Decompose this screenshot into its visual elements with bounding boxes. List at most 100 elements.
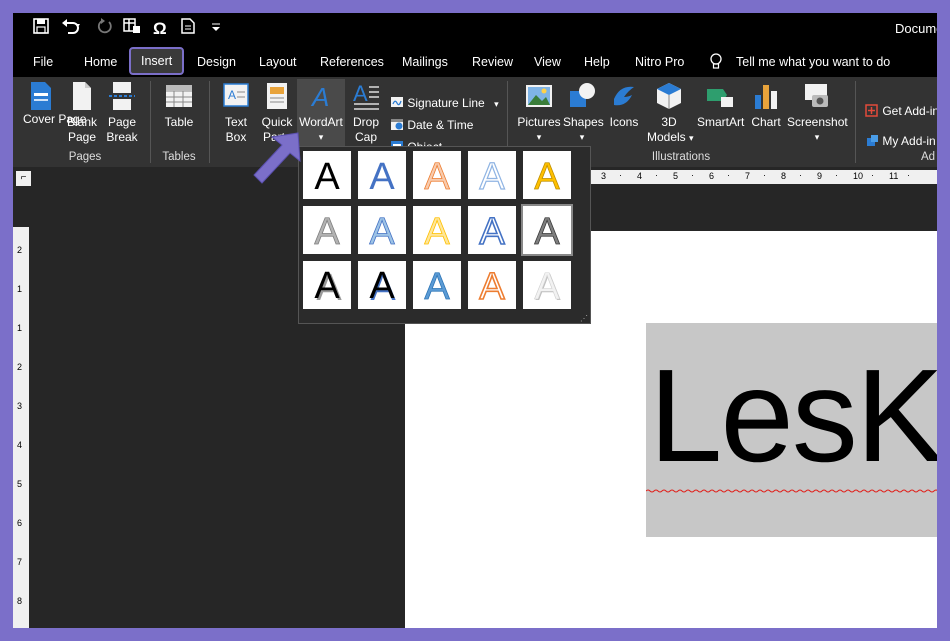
page-break-button[interactable]: Page Break — [105, 81, 139, 145]
wordart-style-8[interactable]: A — [413, 206, 461, 254]
ruler-h-label: 11 — [889, 171, 899, 181]
tab-view[interactable]: View — [534, 51, 561, 73]
ruler-v-label: 2 — [17, 362, 23, 372]
vertical-ruler[interactable]: 2 1 1 2 3 4 5 6 7 8 — [13, 227, 29, 628]
gallery-resize-handle[interactable]: ⋰ — [580, 314, 588, 323]
pictures-button[interactable]: Pictures ▾ — [517, 81, 561, 145]
svg-text:A: A — [424, 211, 450, 250]
tab-nitro-pro[interactable]: Nitro Pro — [635, 51, 684, 73]
lightbulb-icon — [710, 51, 722, 73]
svg-text:A: A — [534, 211, 560, 250]
ruler-h-label: 10 — [853, 171, 864, 181]
ruler-h-tick: · — [619, 170, 622, 180]
wordart-style-5[interactable]: A — [523, 151, 571, 199]
pages-group-label: Pages — [68, 151, 102, 163]
ruler-v-label: 7 — [17, 557, 23, 567]
wordart-style-1[interactable]: A — [303, 151, 351, 199]
wordart-style-6[interactable]: A — [303, 206, 351, 254]
wordart-style-13[interactable]: A — [413, 261, 461, 309]
ruler-v-label: 3 — [17, 401, 23, 411]
wordart-style-9[interactable]: A — [468, 206, 516, 254]
insert-table-icon[interactable] — [123, 18, 141, 41]
get-addins-button[interactable]: Get Add-in — [865, 101, 937, 121]
tab-review[interactable]: Review — [472, 51, 513, 73]
chart-label: Chart — [751, 115, 781, 129]
wordart-style-2[interactable]: A — [358, 151, 406, 199]
tab-design[interactable]: Design — [197, 51, 236, 73]
ruler-h-tick: · — [691, 170, 694, 180]
redo-icon — [97, 18, 113, 41]
save-icon[interactable] — [33, 18, 49, 41]
drop-cap-button[interactable]: A Drop Cap — [349, 81, 383, 145]
horizontal-ruler[interactable]: 3 · 4 · 5 · 6 · 7 · 8 · 9 · 10 · 11 · — [591, 170, 937, 184]
tab-references[interactable]: References — [320, 51, 384, 73]
svg-text:A: A — [424, 266, 450, 305]
word-window: Ω Docume File Home Insert Design Layout … — [13, 13, 937, 628]
svg-text:A: A — [369, 265, 395, 305]
wordart-button[interactable]: A WordArt ▾ — [298, 81, 344, 145]
date-time-button[interactable]: Date & Time — [390, 115, 473, 135]
screenshot-label: Screenshot — [787, 115, 848, 129]
tab-selector[interactable]: ⌐ — [16, 171, 31, 186]
3d-models-button[interactable]: 3D Models ▾ — [647, 81, 694, 146]
wordart-style-3[interactable]: A — [413, 151, 461, 199]
ruler-v-label: 1 — [17, 323, 23, 333]
ruler-v-label: 6 — [17, 518, 23, 528]
customize-qat-icon[interactable] — [211, 18, 221, 40]
tab-layout[interactable]: Layout — [259, 51, 297, 73]
shapes-label: Shapes — [563, 115, 604, 129]
ruler-h-tick: · — [835, 170, 838, 180]
shapes-button[interactable]: Shapes ▾ — [563, 81, 604, 145]
pictures-label: Pictures — [517, 115, 561, 129]
tab-file[interactable]: File — [33, 51, 53, 73]
ruler-v-label: 1 — [17, 284, 23, 294]
ruler-h-label: 4 — [637, 171, 643, 181]
tab-home[interactable]: Home — [84, 51, 117, 73]
tab-help[interactable]: Help — [584, 51, 610, 73]
ruler-h-label: 7 — [745, 171, 751, 181]
wordart-style-14[interactable]: A — [468, 261, 516, 309]
tell-me-search[interactable]: Tell me what you want to do — [736, 51, 890, 73]
shapes-dropdown-icon: ▾ — [579, 132, 585, 142]
blank-page-button[interactable]: Blank Page — [65, 81, 99, 145]
wordart-style-7[interactable]: A — [358, 206, 406, 254]
cover-page-button[interactable]: Cover Page — [23, 81, 86, 127]
svg-text:A: A — [369, 211, 395, 250]
wordart-style-12[interactable]: AA — [358, 261, 406, 309]
wordart-style-4[interactable]: A — [468, 151, 516, 199]
tab-mailings[interactable]: Mailings — [402, 51, 448, 73]
ruler-v-label: 5 — [17, 479, 23, 489]
separator — [209, 81, 210, 163]
wordart-style-10[interactable]: A — [521, 204, 573, 256]
icons-button[interactable]: Icons — [607, 81, 641, 130]
ruler-h-label: 8 — [781, 171, 787, 181]
screenshot-button[interactable]: Screenshot ▾ — [787, 81, 848, 145]
wordart-label: WordArt — [299, 115, 343, 129]
3d-models-label-1: 3D — [661, 115, 677, 129]
ruler-h-label: 3 — [601, 171, 607, 181]
my-addins-button[interactable]: My Add-in — [865, 131, 936, 151]
my-addins-label: My Add-in — [882, 134, 936, 148]
table-label: Table — [164, 115, 194, 129]
document-text[interactable]: LesK — [649, 341, 937, 491]
ruler-h-tick: · — [727, 170, 730, 180]
smartart-button[interactable]: SmartArt — [697, 81, 744, 130]
3d-models-label-2: Models ▾ — [647, 130, 694, 144]
ruler-h-tick: · — [799, 170, 802, 180]
ruler-v-label: 8 — [17, 596, 23, 606]
document-icon[interactable] — [181, 18, 195, 41]
table-button[interactable]: Table — [161, 81, 197, 130]
svg-text:A: A — [534, 156, 560, 195]
signature-line-label: Signature Line — [407, 96, 485, 110]
chart-button[interactable]: Chart — [749, 81, 783, 130]
wordart-gallery: A A A A A A A A A A AA A A A A A A ⋰ — [298, 146, 591, 324]
omega-symbol-icon[interactable]: Ω — [153, 18, 167, 40]
signature-line-button[interactable]: Signature Line ▾ — [390, 93, 499, 114]
tab-insert[interactable]: Insert — [129, 47, 185, 75]
svg-text:A: A — [534, 266, 560, 305]
wordart-style-15[interactable]: AA — [523, 261, 571, 309]
svg-text:A: A — [314, 265, 340, 305]
undo-icon[interactable] — [61, 18, 81, 41]
page-break-label-1: Page — [107, 115, 137, 129]
wordart-style-11[interactable]: AA — [303, 261, 351, 309]
